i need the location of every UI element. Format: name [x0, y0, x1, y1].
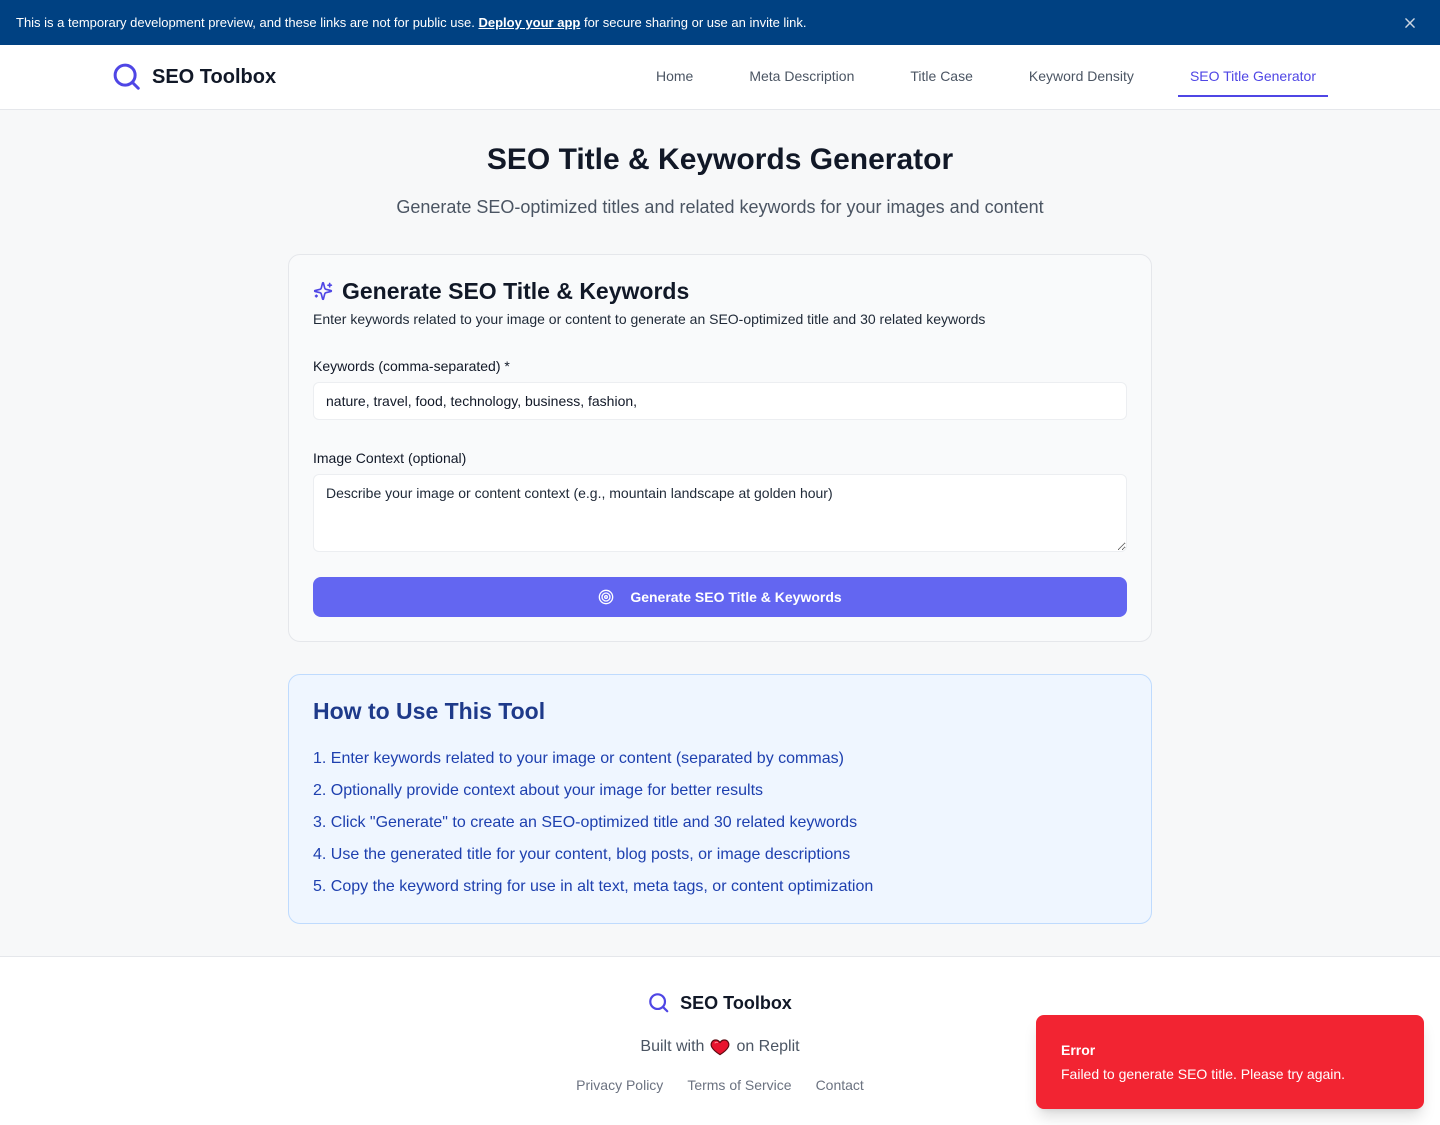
image-context-textarea[interactable]: [313, 474, 1127, 552]
header-container: SEO Toolbox Home Meta Description Title …: [112, 45, 1328, 109]
how-to-step: 4. Use the generated title for your cont…: [313, 846, 851, 863]
built-with-text: Built with: [640, 1038, 705, 1055]
header-logo[interactable]: SEO Toolbox: [112, 62, 276, 92]
generator-card: Generate SEO Title & Keywords Enter keyw…: [288, 254, 1152, 642]
preview-banner: This is a temporary development preview,…: [0, 0, 1440, 45]
how-to-step: 5. Copy the keyword string for use in al…: [313, 878, 874, 895]
header-brand: SEO Toolbox: [152, 65, 277, 88]
generate-button-label: Generate SEO Title & Keywords: [630, 589, 842, 605]
search-icon: [649, 993, 669, 1013]
contact-link[interactable]: Contact: [816, 1077, 864, 1093]
keywords-input[interactable]: [313, 382, 1127, 420]
footer-brand: SEO Toolbox: [680, 993, 792, 1013]
page-title: SEO Title & Keywords Generator: [486, 143, 954, 176]
main-nav: Home Meta Description Title Case Keyword…: [644, 45, 1328, 109]
footer-logo: SEO Toolbox: [648, 989, 792, 1017]
site-header: SEO Toolbox Home Meta Description Title …: [0, 45, 1440, 110]
heart-icon: [711, 1039, 730, 1056]
target-icon: [598, 589, 614, 605]
card-header: Generate SEO Title & Keywords: [313, 279, 1127, 303]
page-subtitle: Generate SEO-optimized titles and relate…: [396, 197, 1044, 217]
image-context-label: Image Context (optional): [313, 450, 467, 466]
how-to-steps: 1. Enter keywords related to your image …: [313, 747, 1127, 899]
deploy-link[interactable]: Deploy your app: [478, 15, 580, 30]
search-icon: [113, 63, 140, 90]
built-with-platform: on Replit: [736, 1038, 800, 1055]
how-to-step: 2. Optionally provide context about your…: [313, 782, 764, 799]
privacy-policy-link[interactable]: Privacy Policy: [576, 1077, 663, 1093]
how-to-step: 1. Enter keywords related to your image …: [313, 750, 844, 767]
close-icon: [1405, 18, 1415, 28]
nav-meta-description[interactable]: Meta Description: [737, 57, 866, 97]
how-to-card: How to Use This Tool 1. Enter keywords r…: [288, 674, 1152, 924]
sparkles-icon: [313, 281, 333, 301]
generate-button[interactable]: Generate SEO Title & Keywords: [313, 577, 1127, 617]
how-to-step: 3. Click "Generate" to create an SEO-opt…: [313, 814, 858, 831]
card-title: Generate SEO Title & Keywords: [342, 278, 690, 304]
keywords-label: Keywords (comma-separated) *: [313, 358, 510, 374]
toast-message: Failed to generate SEO title. Please try…: [1061, 1066, 1346, 1082]
nav-title-case[interactable]: Title Case: [898, 57, 985, 97]
card-description: Enter keywords related to your image or …: [313, 311, 986, 327]
main-content: SEO Title & Keywords Generator Generate …: [0, 110, 1440, 956]
nav-seo-title-generator[interactable]: SEO Title Generator: [1177, 57, 1328, 97]
toast-title: Error: [1061, 1042, 1096, 1058]
terms-of-service-link[interactable]: Terms of Service: [687, 1077, 791, 1093]
banner-text-after: for secure sharing or use an invite link…: [583, 15, 807, 30]
banner-close-button[interactable]: [1402, 15, 1418, 31]
nav-keyword-density[interactable]: Keyword Density: [1017, 57, 1146, 97]
how-to-title: How to Use This Tool: [313, 698, 546, 724]
error-toast: Error Failed to generate SEO title. Plea…: [1036, 1015, 1424, 1109]
banner-text: This is a temporary development preview,…: [16, 15, 475, 30]
nav-home[interactable]: Home: [644, 57, 705, 97]
